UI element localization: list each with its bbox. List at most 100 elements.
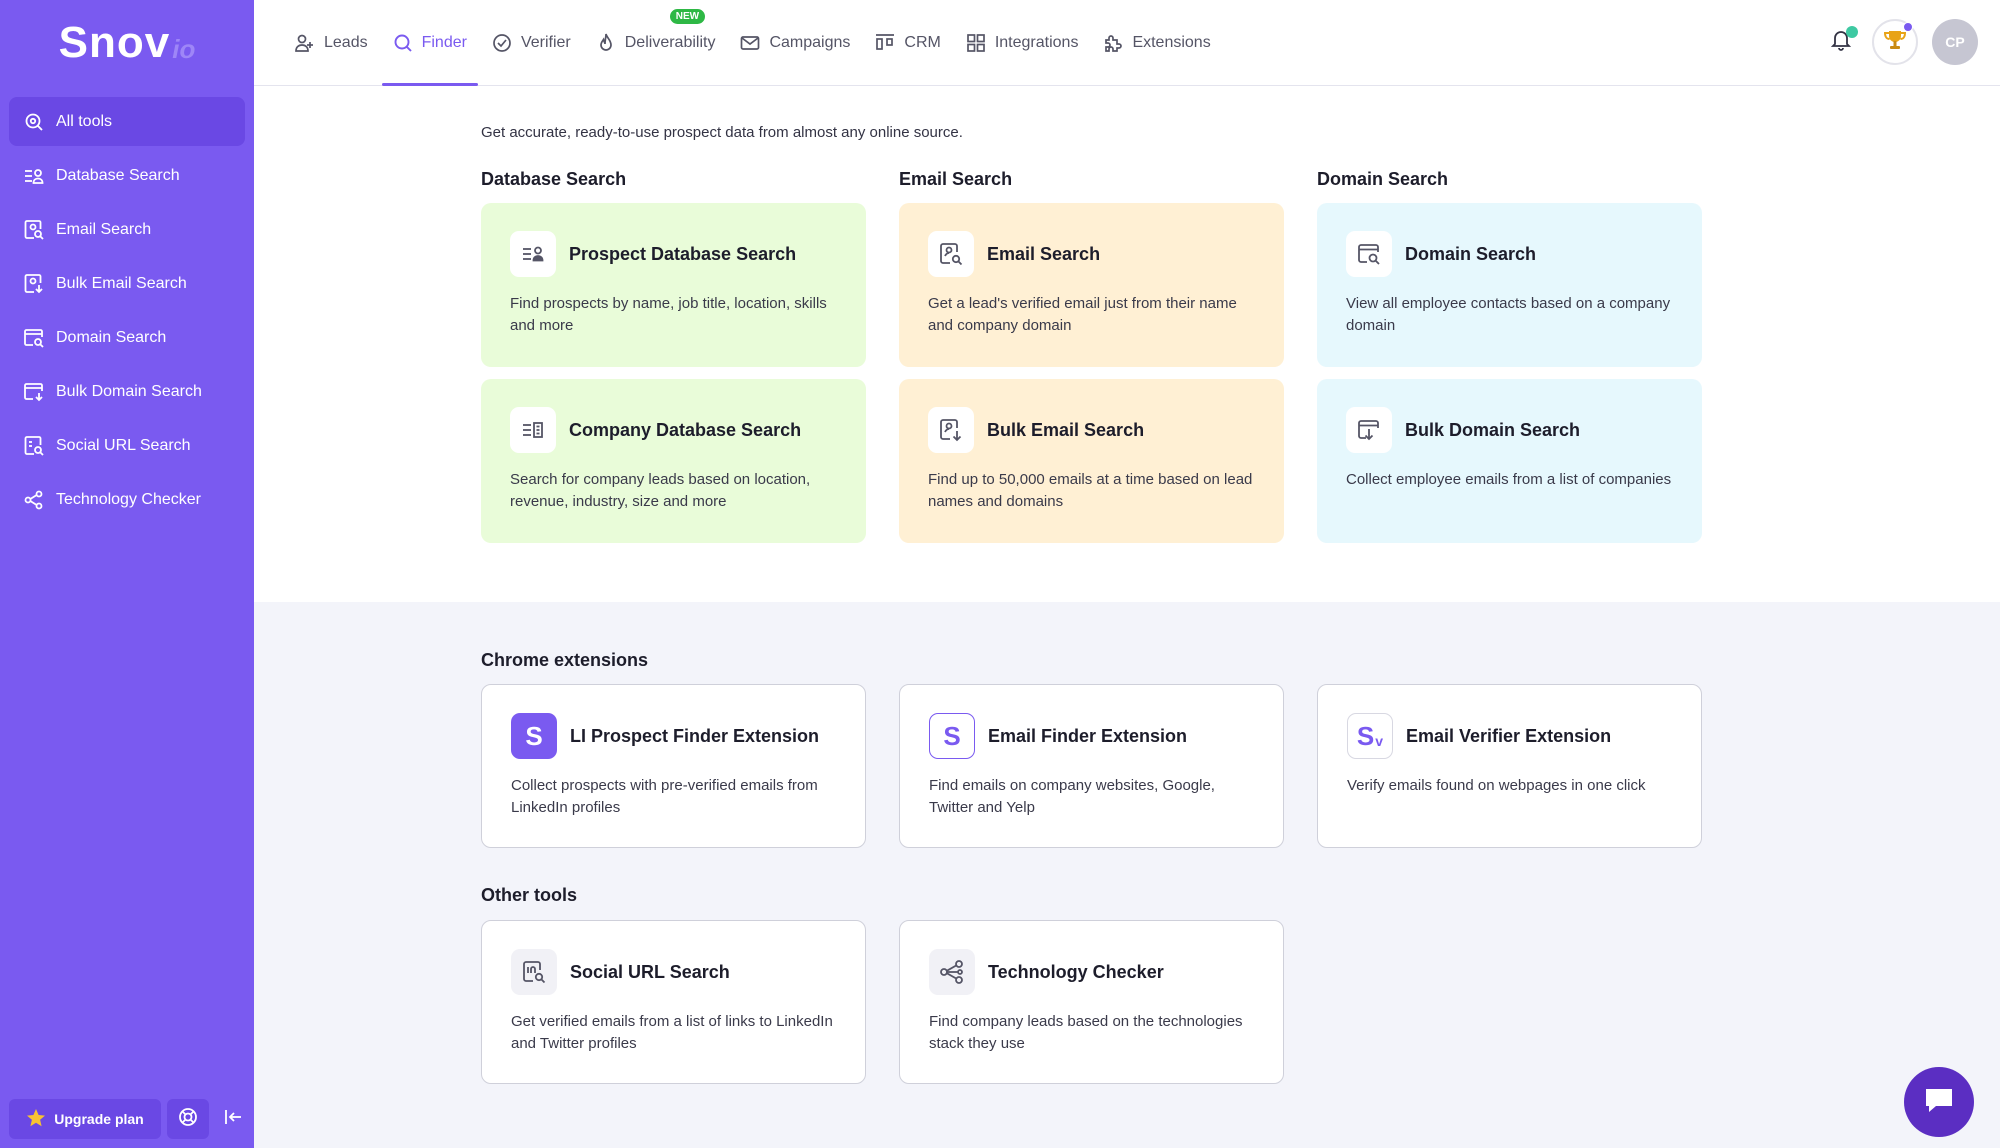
sidebar-item-label: All tools (56, 112, 113, 130)
card-description: Find emails on company websites, Google,… (929, 777, 1215, 816)
card-email-search[interactable]: Email Search Get a lead's verified email… (899, 203, 1284, 367)
sidebar-item-label: Bulk Domain Search (56, 382, 202, 400)
snovio-logo[interactable]: Snov io (0, 0, 254, 85)
sidebar-item-database-search[interactable]: Database Search (9, 151, 245, 200)
card-title: Email Search (987, 243, 1101, 264)
card-technology-checker[interactable]: Technology Checker Find company leads ba… (899, 920, 1284, 1084)
bulk-email-search-icon (928, 407, 974, 453)
card-title: Email Verifier Extension (1406, 725, 1612, 746)
top-right-actions: CP (1824, 19, 1978, 65)
brand-suffix: io (172, 34, 196, 64)
card-description: Get verified emails from a list of links… (511, 1013, 833, 1052)
social-url-search-icon (23, 435, 45, 457)
card-description: Get a lead's verified email just from th… (928, 295, 1237, 334)
main-tabs: Leads Finder Verifier NEW Deliverability (284, 0, 1225, 86)
bulk-domain-search-icon (23, 381, 45, 403)
tab-deliverability[interactable]: NEW Deliverability (585, 0, 727, 86)
tab-label: Integrations (994, 34, 1079, 51)
extensions-tools-section: Chrome extensions S LI Prospect Finder E… (254, 602, 2000, 1148)
section-title-database: Database Search (481, 169, 627, 189)
card-bulk-email-search[interactable]: Bulk Email Search Find up to 50,000 emai… (899, 379, 1284, 543)
prospect-database-icon (510, 231, 556, 277)
card-description: Find up to 50,000 emails at a time based… (928, 471, 1253, 510)
card-email-verifier-extension[interactable]: Sv Email Verifier Extension Verify email… (1317, 684, 1702, 848)
sidebar-item-bulk-email-search[interactable]: Bulk Email Search (9, 259, 245, 308)
sidebar-item-label: Email Search (56, 220, 152, 238)
tab-label: Finder (421, 34, 467, 51)
bulk-email-search-icon (23, 273, 45, 295)
top-navigation: Leads Finder Verifier NEW Deliverability (254, 0, 2000, 86)
card-title: Social URL Search (570, 961, 730, 982)
sidebar-item-label: Database Search (56, 166, 180, 184)
rewards-button[interactable] (1872, 19, 1918, 65)
sidebar-item-email-search[interactable]: Email Search (9, 205, 245, 254)
collapse-sidebar-button[interactable] (215, 1099, 251, 1139)
chat-widget-button[interactable] (1904, 1067, 1974, 1137)
finder-main-section: Get accurate, ready-to-use prospect data… (254, 87, 2000, 602)
notifications-button[interactable] (1824, 25, 1858, 59)
section-title-other-tools: Other tools (481, 885, 578, 905)
trophy-icon (1883, 28, 1907, 57)
sidebar-item-technology-checker[interactable]: Technology Checker (9, 475, 245, 524)
snovio-s-filled-icon: S (511, 713, 557, 759)
tab-label: CRM (904, 34, 941, 51)
collapse-left-icon (223, 1107, 243, 1132)
sv-glyph-s: S (1356, 720, 1375, 751)
technology-checker-icon (23, 489, 45, 511)
card-description: Verify emails found on webpages in one c… (1347, 777, 1646, 794)
card-description: Find prospects by name, job title, locat… (510, 295, 827, 334)
card-description: Collect prospects with pre-verified emai… (511, 777, 818, 816)
card-title: Bulk Email Search (987, 419, 1145, 440)
email-search-icon (928, 231, 974, 277)
tab-verifier[interactable]: Verifier (481, 0, 582, 86)
email-search-icon (23, 219, 45, 241)
card-title: Company Database Search (569, 419, 802, 440)
rewards-dot (1903, 22, 1913, 32)
leads-icon (295, 33, 315, 53)
sidebar-item-social-url-search[interactable]: Social URL Search (9, 421, 245, 470)
card-domain-search[interactable]: Domain Search View all employee contacts… (1317, 203, 1702, 367)
sidebar-item-label: Technology Checker (56, 490, 201, 508)
card-prospect-database-search[interactable]: Prospect Database Search Find prospects … (481, 203, 866, 367)
tab-leads[interactable]: Leads (284, 0, 379, 86)
card-title: LI Prospect Finder Extension (570, 725, 820, 746)
search-all-icon (23, 111, 45, 133)
campaigns-icon (740, 33, 760, 53)
upgrade-plan-button[interactable]: Upgrade plan (9, 1099, 161, 1139)
card-description: Find company leads based on the technolo… (929, 1013, 1243, 1052)
section-title-domain: Domain Search (1317, 169, 1449, 189)
card-description: Collect employee emails from a list of c… (1346, 471, 1672, 488)
user-avatar[interactable]: CP (1932, 19, 1978, 65)
help-button[interactable] (167, 1099, 209, 1139)
notification-dot (1846, 26, 1858, 38)
domain-search-icon (1346, 231, 1392, 277)
card-title: Email Finder Extension (988, 725, 1188, 746)
section-title-email: Email Search (899, 169, 1013, 189)
tab-label: Leads (324, 34, 368, 51)
integrations-icon (966, 33, 986, 53)
brand-name: Snov (58, 17, 171, 67)
tab-extensions[interactable]: Extensions (1092, 0, 1221, 86)
domain-search-icon (23, 327, 45, 349)
lifebuoy-icon (178, 1107, 198, 1132)
card-email-finder-extension[interactable]: S Email Finder Extension Find emails on … (899, 684, 1284, 848)
tab-finder[interactable]: Finder (381, 0, 479, 86)
card-li-prospect-finder-extension[interactable]: S LI Prospect Finder Extension Collect p… (481, 684, 866, 848)
card-title: Prospect Database Search (569, 243, 797, 264)
sidebar-item-bulk-domain-search[interactable]: Bulk Domain Search (9, 367, 245, 416)
card-bulk-domain-search[interactable]: Bulk Domain Search Collect employee emai… (1317, 379, 1702, 543)
sidebar-item-all-tools[interactable]: All tools (9, 97, 245, 146)
tab-integrations[interactable]: Integrations (955, 0, 1090, 86)
tab-campaigns[interactable]: Campaigns (729, 0, 861, 86)
card-social-url-search[interactable]: Social URL Search Get verified emails fr… (481, 920, 866, 1084)
card-company-database-search[interactable]: Company Database Search Search for compa… (481, 379, 866, 543)
crm-icon (875, 33, 895, 53)
deliverability-icon (596, 33, 616, 53)
section-title-chrome-extensions: Chrome extensions (481, 650, 649, 670)
snovio-sv-icon: Sv (1347, 713, 1393, 759)
verifier-icon (492, 33, 512, 53)
star-icon (26, 1108, 46, 1131)
sidebar-item-domain-search[interactable]: Domain Search (9, 313, 245, 362)
card-title: Bulk Domain Search (1405, 419, 1581, 440)
tab-crm[interactable]: CRM (864, 0, 951, 86)
